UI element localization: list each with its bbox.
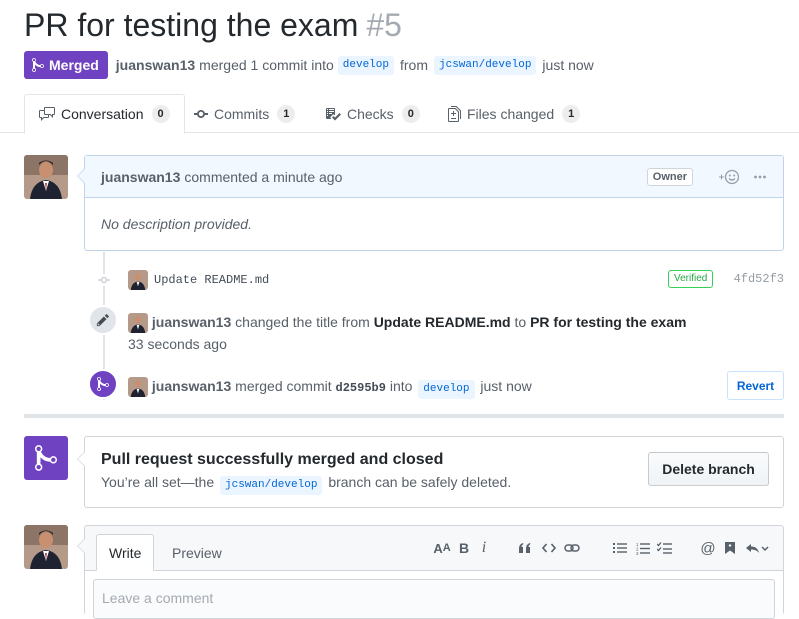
commit-sha-link[interactable]: 4fd52f3: [734, 272, 784, 286]
git-merge-icon: [35, 445, 57, 471]
new-comment-form: Write Preview AA B i 123 @ Leave a comme…: [77, 525, 784, 619]
tab-conversation-count: 0: [151, 105, 170, 123]
current-user-avatar[interactable]: [24, 525, 68, 569]
timeline-separator: [24, 414, 784, 418]
commit-author-avatar[interactable]: [128, 270, 148, 290]
saved-reply-icon[interactable]: [723, 538, 737, 558]
owner-label: Owner: [646, 167, 693, 186]
merge-event: juanswan13 merged commit d2595b9 into de…: [128, 375, 532, 399]
task-list-icon[interactable]: [656, 538, 672, 558]
merged-state-label: Merged: [49, 57, 99, 73]
mention-icon[interactable]: @: [700, 538, 716, 558]
pr-description-comment: juanswan13 commented a minute ago Owner …: [77, 155, 784, 251]
kebab-icon: [754, 175, 766, 178]
rename-event-badge: [88, 305, 118, 335]
diff-icon: [448, 105, 461, 122]
merge-into-text: into: [389, 378, 413, 394]
comment-body: No description provided.: [101, 216, 252, 232]
git-merge-icon: [32, 57, 44, 73]
svg-text:3: 3: [636, 551, 639, 555]
commit-message-link[interactable]: Update README.md: [154, 273, 269, 287]
delete-branch-button[interactable]: Delete branch: [648, 452, 769, 486]
reply-icon[interactable]: [744, 538, 770, 558]
head-branch-label[interactable]: jcswan/develop: [434, 55, 537, 75]
comment-header: juanswan13 commented a minute ago Owner: [85, 156, 783, 198]
merge-status-description: You’re all set—the jcswan/develop branch…: [101, 474, 511, 495]
merge-time: just now: [542, 57, 594, 73]
link-icon[interactable]: [564, 538, 580, 558]
checklist-icon: [326, 107, 341, 120]
comment-discussion-icon: [39, 107, 55, 121]
pencil-icon: [96, 314, 109, 327]
merged-state-badge: Merged: [24, 51, 108, 79]
pr-title: PR for testing the exam #5: [24, 4, 402, 46]
commit-dot-icon: [98, 274, 110, 286]
pr-author-link[interactable]: juanswan13: [116, 57, 195, 73]
merge-actor-avatar[interactable]: [128, 377, 148, 398]
commenter-avatar[interactable]: [24, 155, 68, 199]
tab-commits-count: 1: [277, 104, 296, 123]
rename-actor-link[interactable]: juanswan13: [152, 314, 231, 330]
tab-commits[interactable]: Commits 1: [194, 94, 296, 133]
merge-target-branch[interactable]: develop: [418, 380, 475, 399]
rename-to-text: to: [514, 314, 527, 330]
merge-commit-text: merged commit: [235, 378, 332, 394]
comment-textarea[interactable]: Leave a comment: [93, 579, 775, 619]
tab-files-changed[interactable]: Files changed 1: [448, 94, 581, 133]
tab-conversation-label: Conversation: [61, 106, 144, 122]
tab-files-label: Files changed: [467, 105, 555, 122]
pr-title-text: PR for testing the exam: [24, 7, 359, 43]
header-icon[interactable]: AA: [432, 538, 452, 558]
add-reaction-button[interactable]: [717, 169, 739, 185]
merge-commit-sha[interactable]: d2595b9: [336, 381, 386, 395]
merge-summary-text: merged 1 commit into: [199, 57, 334, 73]
comment-author-link[interactable]: juanswan13: [101, 169, 180, 185]
rename-time[interactable]: 33 seconds ago: [128, 336, 227, 352]
tab-checks-label: Checks: [347, 105, 394, 122]
tab-checks[interactable]: Checks 0: [325, 94, 420, 133]
git-merge-icon: [97, 376, 109, 391]
tab-preview[interactable]: Preview: [160, 534, 234, 571]
comment-timestamp[interactable]: commented a minute ago: [184, 169, 342, 185]
pr-meta: Merged juanswan13 merged 1 commit into d…: [24, 51, 598, 79]
pr-number: #5: [366, 7, 402, 43]
revert-button[interactable]: Revert: [727, 371, 784, 400]
tab-commits-label: Commits: [214, 105, 270, 122]
tab-files-count: 1: [562, 104, 581, 123]
merge-event-badge: [88, 369, 118, 399]
merge-status-heading: Pull request successfully merged and clo…: [101, 451, 444, 468]
unordered-list-icon[interactable]: [612, 538, 628, 558]
rename-text: changed the title from: [235, 314, 370, 330]
comment-options-button[interactable]: [753, 169, 767, 185]
italic-icon[interactable]: i: [478, 538, 490, 558]
base-branch-label[interactable]: develop: [337, 55, 394, 75]
merge-desc-before: You’re all set—the: [101, 474, 215, 490]
git-commit-icon: [194, 109, 208, 118]
tab-checks-count: 0: [401, 104, 420, 123]
merge-desc-after: branch can be safely deleted.: [328, 474, 512, 490]
merge-event-time[interactable]: just now: [480, 378, 531, 394]
new-title: PR for testing the exam: [530, 314, 687, 330]
verified-badge[interactable]: Verified: [668, 270, 714, 288]
smiley-icon: [719, 169, 739, 184]
from-text: from: [400, 57, 428, 73]
code-icon[interactable]: [541, 538, 557, 558]
rename-event: juanswan13 changed the title from Update…: [128, 311, 686, 355]
merge-status-box: Pull request successfully merged and clo…: [77, 436, 784, 508]
rename-actor-avatar[interactable]: [128, 313, 148, 334]
merged-status-icon: [24, 436, 68, 480]
tab-conversation[interactable]: Conversation 0: [24, 94, 185, 134]
deletable-branch-label[interactable]: jcswan/develop: [220, 476, 323, 495]
merge-actor-link[interactable]: juanswan13: [152, 378, 231, 394]
quote-icon[interactable]: [517, 538, 533, 558]
pr-tabnav: Conversation 0 Commits 1 Checks 0 Files …: [0, 94, 799, 134]
commit-row: Update README.md Verified 4fd52f3: [128, 270, 784, 290]
ordered-list-icon[interactable]: 123: [635, 538, 651, 558]
bold-icon[interactable]: B: [457, 538, 471, 558]
tab-write[interactable]: Write: [96, 534, 155, 571]
old-title: Update README.md: [373, 314, 511, 330]
